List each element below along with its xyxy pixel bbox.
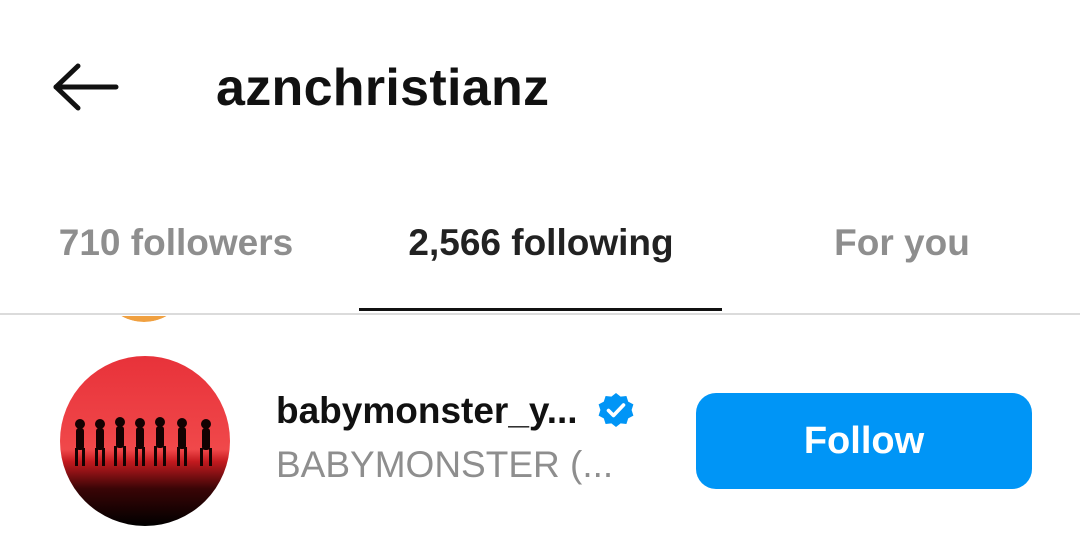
full-name: BABYMONSTER (... — [276, 444, 614, 485]
tab-following[interactable]: 2,566 following — [380, 216, 702, 270]
page-title: aznchristianz — [216, 59, 550, 117]
following-list-screen: aznchristianz 710 followers 2,566 follow… — [0, 0, 1080, 559]
tab-for-you[interactable]: For you — [812, 216, 992, 270]
follow-tabs: 710 followers 2,566 following For you — [0, 196, 1080, 314]
tab-followers[interactable]: 710 followers — [40, 216, 312, 270]
tabs-divider — [0, 313, 1080, 315]
verified-badge-icon — [596, 391, 636, 431]
active-tab-indicator — [359, 308, 722, 311]
arrow-left-icon — [53, 63, 119, 111]
username-line[interactable]: babymonster_y... — [276, 386, 636, 436]
top-bar: aznchristianz — [0, 0, 1080, 175]
list-item[interactable]: babymonster_y... BABYMONSTER (... Follow — [0, 330, 1080, 559]
avatar[interactable] — [60, 356, 230, 526]
back-button[interactable] — [40, 52, 130, 122]
follow-button[interactable]: Follow — [696, 393, 1032, 489]
username: babymonster_y... — [276, 390, 578, 431]
